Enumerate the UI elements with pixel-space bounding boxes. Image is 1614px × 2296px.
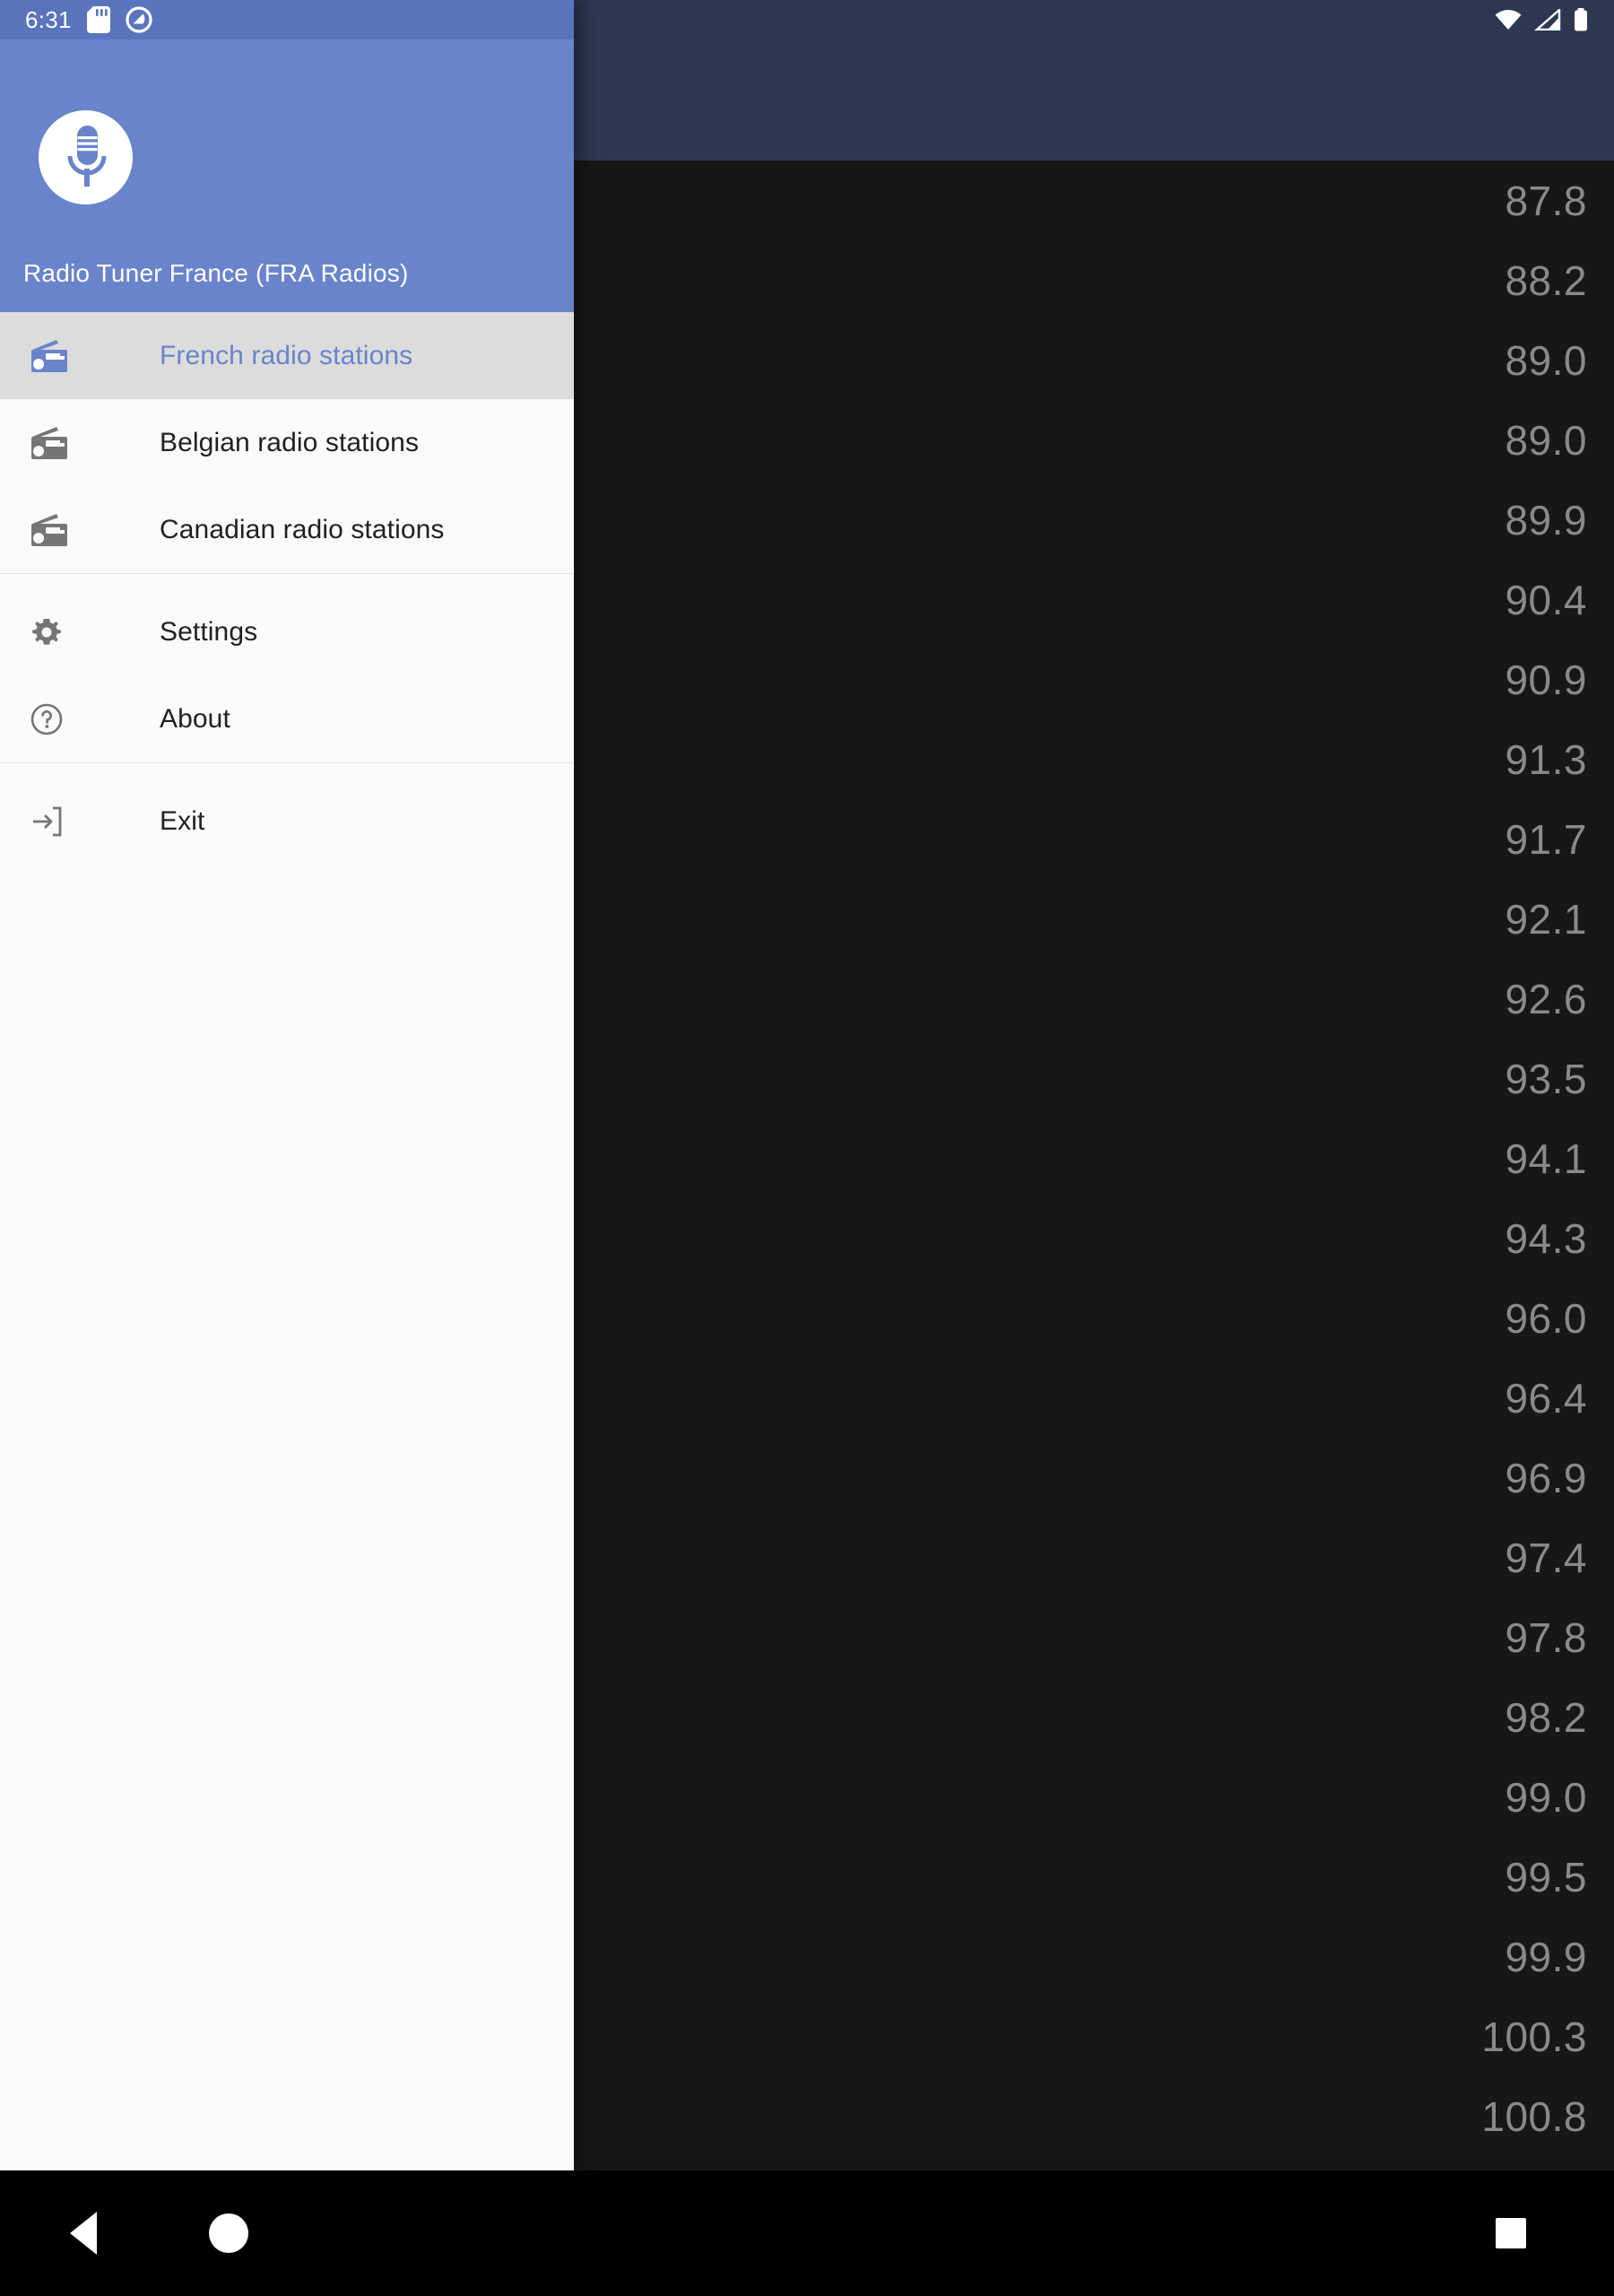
- frequency-value: 91.7: [1505, 815, 1587, 863]
- radio-icon: [30, 512, 83, 548]
- list-item[interactable]: 92.6: [574, 959, 1614, 1039]
- list-item[interactable]: 90.9: [574, 639, 1614, 719]
- help-circle-icon: [30, 702, 83, 736]
- recents-square-icon: [1496, 2218, 1526, 2248]
- radio-icon: [30, 338, 83, 374]
- nav-home-button[interactable]: [179, 2170, 278, 2296]
- frequency-value: 99.5: [1505, 1853, 1587, 1900]
- list-item[interactable]: 96.0: [574, 1278, 1614, 1358]
- list-item[interactable]: 96.9: [574, 1438, 1614, 1518]
- list-item[interactable]: 88.2: [574, 240, 1614, 320]
- frequency-value: 97.8: [1505, 1613, 1587, 1661]
- list-item[interactable]: 99.0: [574, 1757, 1614, 1837]
- sidebar-item-label: About: [160, 703, 230, 734]
- drawer-spacer: [0, 763, 574, 778]
- device-screen: 87.8 88.2 89.0 89.0 89.9 90.4 90.9 91.3 …: [0, 0, 1614, 2296]
- sidebar-item-settings[interactable]: Settings: [0, 588, 574, 675]
- sidebar-item-label: Canadian radio stations: [160, 514, 445, 544]
- frequency-value: 97.4: [1505, 1534, 1587, 1581]
- sidebar-item-french-radio-stations[interactable]: French radio stations: [0, 312, 574, 399]
- exit-icon: [30, 804, 83, 839]
- frequency-value: 93.5: [1505, 1055, 1587, 1102]
- drawer-group-exit: Exit: [0, 778, 574, 865]
- list-item[interactable]: 91.3: [574, 719, 1614, 799]
- list-item[interactable]: 96.4: [574, 1358, 1614, 1438]
- radio-icon: [30, 425, 83, 461]
- frequency-value: 89.0: [1505, 416, 1587, 464]
- sidebar-item-exit[interactable]: Exit: [0, 778, 574, 865]
- drawer-spacer: [0, 574, 574, 588]
- cellular-signal-icon: [1534, 9, 1561, 30]
- sidebar-item-about[interactable]: About: [0, 675, 574, 762]
- frequency-value: 91.3: [1505, 735, 1587, 783]
- battery-icon: [1573, 8, 1589, 31]
- app-title: Radio Tuner France (FRA Radios): [23, 259, 409, 287]
- status-bar-right-icons: [1494, 0, 1589, 39]
- sidebar-item-label: Belgian radio stations: [160, 427, 420, 457]
- list-item[interactable]: 100.3: [574, 1996, 1614, 2076]
- frequency-value: 96.4: [1505, 1374, 1587, 1422]
- frequency-value: 96.0: [1505, 1294, 1587, 1342]
- list-item[interactable]: 100.9: [574, 2156, 1614, 2170]
- sidebar-item-belgian-radio-stations[interactable]: Belgian radio stations: [0, 399, 574, 486]
- list-item[interactable]: 87.8: [574, 161, 1614, 240]
- sidebar-item-canadian-radio-stations[interactable]: Canadian radio stations: [0, 486, 574, 573]
- nav-back-button[interactable]: [34, 2170, 133, 2296]
- frequency-value: 88.2: [1505, 257, 1587, 304]
- list-item[interactable]: 98.2: [574, 1677, 1614, 1757]
- list-item[interactable]: 93.5: [574, 1039, 1614, 1118]
- list-item[interactable]: 90.4: [574, 560, 1614, 639]
- frequency-value: 89.0: [1505, 336, 1587, 384]
- frequency-value: 99.0: [1505, 1773, 1587, 1821]
- list-item[interactable]: 97.4: [574, 1518, 1614, 1597]
- home-circle-icon: [209, 2213, 248, 2253]
- list-item[interactable]: 91.7: [574, 799, 1614, 879]
- list-item[interactable]: 99.9: [574, 1917, 1614, 1996]
- list-item[interactable]: 89.0: [574, 320, 1614, 400]
- gear-icon: [30, 615, 83, 649]
- frequency-value: 100.3: [1481, 2013, 1587, 2060]
- list-item[interactable]: 89.9: [574, 480, 1614, 560]
- frequency-value: 94.1: [1505, 1135, 1587, 1182]
- drawer-group-stations: French radio stations Belgian radio stat…: [0, 312, 574, 573]
- drawer-status-bar: 6:31: [0, 0, 574, 39]
- frequency-value: 90.4: [1505, 576, 1587, 623]
- list-item[interactable]: 97.8: [574, 1597, 1614, 1677]
- sidebar-item-label: Settings: [160, 616, 258, 647]
- back-triangle-icon: [70, 2212, 97, 2255]
- list-item[interactable]: 100.8: [574, 2076, 1614, 2156]
- frequency-value: 96.9: [1505, 1454, 1587, 1501]
- frequency-value: 92.6: [1505, 975, 1587, 1022]
- wifi-icon: [1494, 9, 1523, 30]
- sidebar-item-label: Exit: [160, 805, 205, 836]
- drawer-group-app: Settings About: [0, 588, 574, 762]
- do-not-disturb-icon: [126, 6, 152, 33]
- status-bar-clock: 6:31: [25, 5, 72, 33]
- sd-card-icon: [86, 6, 110, 33]
- nav-recents-button[interactable]: [1462, 2170, 1560, 2296]
- frequency-value: 100.8: [1481, 2092, 1587, 2140]
- frequency-list[interactable]: 87.8 88.2 89.0 89.0 89.9 90.4 90.9 91.3 …: [574, 161, 1614, 2170]
- frequency-value: 89.9: [1505, 496, 1587, 544]
- list-item[interactable]: 89.0: [574, 400, 1614, 480]
- list-item[interactable]: 94.1: [574, 1118, 1614, 1198]
- frequency-value: 94.3: [1505, 1214, 1587, 1262]
- list-item[interactable]: 94.3: [574, 1198, 1614, 1278]
- frequency-value: 99.9: [1505, 1933, 1587, 1980]
- app-logo: [39, 110, 133, 204]
- frequency-value: 92.1: [1505, 895, 1587, 943]
- list-item[interactable]: 99.5: [574, 1837, 1614, 1917]
- sidebar-item-label: French radio stations: [160, 340, 413, 370]
- frequency-value: 87.8: [1505, 177, 1587, 224]
- microphone-icon: [58, 124, 114, 191]
- list-item[interactable]: 92.1: [574, 879, 1614, 959]
- frequency-value: 98.2: [1505, 1693, 1587, 1741]
- drawer-header: Radio Tuner France (FRA Radios): [0, 39, 574, 312]
- navigation-drawer[interactable]: 6:31 Radio Tuner France (FRA Radios) Fre…: [0, 0, 574, 2170]
- system-navigation-bar: [0, 2170, 1614, 2296]
- frequency-value: 90.9: [1505, 656, 1587, 703]
